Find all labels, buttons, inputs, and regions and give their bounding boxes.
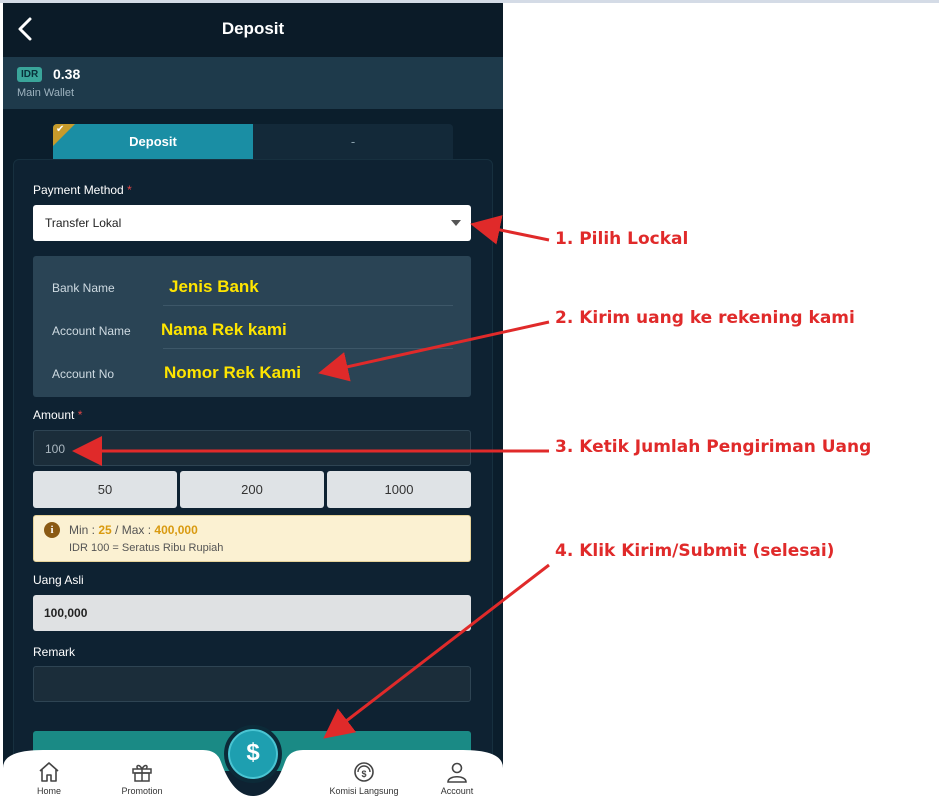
- annotation-arrows: [72, 215, 550, 739]
- annotation-step-4: 4. Klik Kirim/Submit (selesai): [555, 541, 835, 561]
- arrow-4: [323, 563, 550, 739]
- arrow-2: [318, 320, 550, 382]
- arrow-1: [470, 215, 550, 245]
- annotation-step-1: 1. Pilih Lockal: [555, 229, 689, 249]
- annotation-step-2: 2. Kirim uang ke rekening kami: [555, 308, 855, 328]
- screenshot-canvas: Deposit IDR 0.38 Main Wallet Deposit ✔ -…: [0, 0, 939, 804]
- annotation-step-3: 3. Ketik Jumlah Pengiriman Uang: [555, 437, 872, 457]
